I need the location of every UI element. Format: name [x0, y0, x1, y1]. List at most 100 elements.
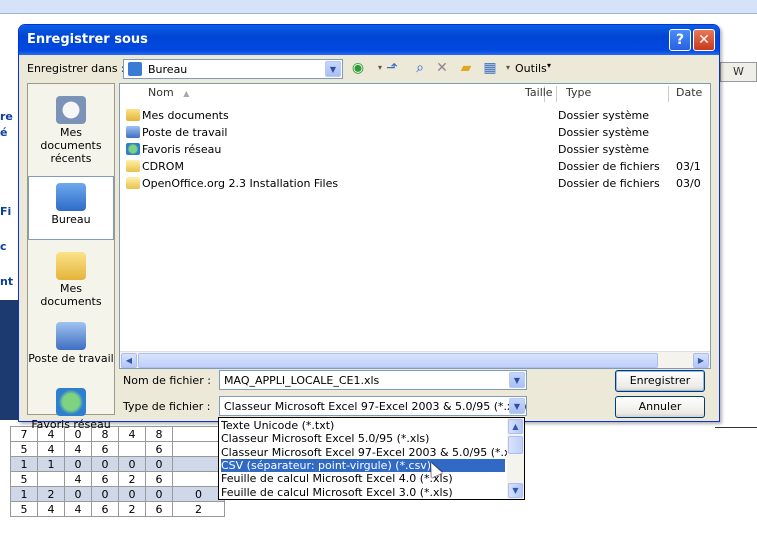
table-cell[interactable]: 0 [64, 456, 92, 472]
filetype-option[interactable]: Texte Unicode (*.txt) [221, 419, 334, 432]
table-cell[interactable]: 6 [91, 501, 119, 517]
filetype-option[interactable]: CSV (séparateur: point-virgule) (*.csv) [221, 458, 505, 472]
table-cell[interactable]: 2 [37, 486, 65, 502]
save-in-label: Enregistrer dans : [27, 62, 125, 75]
background-fragment: re [0, 110, 13, 123]
table-cell[interactable]: 6 [145, 441, 173, 457]
file-name: OpenOffice.org 2.3 Installation Files [142, 177, 339, 190]
place-label: Poste de travail [28, 352, 114, 365]
scroll-right-icon[interactable]: ▶ [693, 353, 709, 368]
file-list[interactable]: Nom ▲ Taille Type Date Mes documents Doss… [119, 83, 711, 369]
table-row: 54626 [10, 471, 225, 487]
chevron-down-icon[interactable]: ▼ [509, 372, 525, 388]
column-header-w[interactable]: W [720, 62, 757, 82]
scroll-left-icon[interactable]: ◀ [121, 353, 137, 368]
help-button[interactable]: ? [669, 29, 691, 51]
column-header-type[interactable]: Type [566, 86, 591, 104]
filetype-option[interactable]: Classeur Microsoft Excel 97-Excel 2003 &… [221, 446, 524, 459]
table-cell[interactable]: 0 [118, 486, 146, 502]
table-cell[interactable]: 0 [172, 486, 225, 502]
table-cell[interactable]: 2 [118, 501, 146, 517]
horizontal-scrollbar[interactable]: ◀ ▶ [120, 351, 710, 368]
my-documents-folder-icon [126, 109, 140, 121]
column-header-size[interactable]: Taille [525, 86, 553, 104]
table-cell[interactable]: 0 [145, 486, 173, 502]
table-cell[interactable]: 6 [145, 471, 173, 487]
close-button[interactable]: ✕ [693, 29, 715, 51]
file-row[interactable]: Poste de travail Dossier système [126, 125, 710, 142]
table-cell[interactable]: 2 [172, 501, 225, 517]
file-type: Dossier système [558, 109, 650, 122]
search-web-icon[interactable]: ⌕ [411, 59, 429, 77]
table-cell[interactable] [172, 441, 225, 457]
table-cell[interactable]: 0 [91, 486, 119, 502]
folder-icon [126, 160, 140, 172]
table-cell[interactable]: 5 [10, 471, 38, 487]
column-divider[interactable] [556, 86, 557, 102]
scroll-up-icon[interactable]: ▲ [508, 419, 523, 434]
up-folder-icon[interactable]: ⬏ [383, 59, 401, 77]
place-my-computer[interactable]: Poste de travail [28, 316, 114, 380]
filetype-dropdown-list[interactable]: Texte Unicode (*.txt) Classeur Microsoft … [218, 417, 525, 500]
table-cell[interactable]: 8 [145, 426, 173, 442]
filename-combo[interactable]: MAQ_APPLI_LOCALE_CE1.xls ▼ [219, 370, 527, 390]
scroll-thumb[interactable] [138, 353, 658, 368]
scroll-thumb[interactable] [508, 436, 523, 454]
filetype-option[interactable]: Feuille de calcul Microsoft Excel 4.0 (*… [221, 472, 453, 485]
table-cell[interactable]: 5 [10, 501, 38, 517]
table-cell[interactable]: 1 [10, 486, 38, 502]
table-cell[interactable]: 1 [37, 456, 65, 472]
table-cell[interactable] [172, 426, 225, 442]
filetype-option[interactable]: Feuille de calcul Microsoft Excel 3.0 (*… [221, 486, 453, 499]
filetype-option[interactable]: Classeur Microsoft Excel 5.0/95 (*.xls) [221, 432, 429, 445]
column-header-name[interactable]: Nom ▲ [148, 86, 189, 104]
cancel-button[interactable]: Annuler [615, 396, 705, 418]
table-row: 1200000 [10, 486, 225, 502]
table-cell[interactable]: 4 [64, 471, 92, 487]
file-row[interactable]: CDROM Dossier de fichiers 03/1 [126, 159, 710, 176]
table-cell[interactable]: 1 [10, 456, 38, 472]
table-cell[interactable] [37, 471, 65, 487]
file-name: Poste de travail [142, 126, 228, 139]
table-cell[interactable]: 0 [64, 486, 92, 502]
save-button[interactable]: Enregistrer [615, 370, 705, 392]
table-cell[interactable]: 4 [64, 501, 92, 517]
new-folder-icon[interactable]: ▰ [457, 59, 475, 77]
file-row[interactable]: Mes documents Dossier système [126, 108, 710, 125]
table-cell[interactable]: 2 [118, 471, 146, 487]
chevron-down-icon[interactable]: ▼ [509, 398, 525, 414]
folder-icon [126, 177, 140, 189]
place-desktop[interactable]: Bureau [28, 176, 114, 240]
table-cell[interactable]: 6 [91, 471, 119, 487]
table-cell[interactable] [172, 471, 225, 487]
filetype-combo[interactable]: Classeur Microsoft Excel 97-Excel 2003 &… [219, 396, 527, 416]
table-cell[interactable] [172, 456, 225, 472]
table-cell[interactable]: 6 [145, 501, 173, 517]
tools-menu[interactable]: Outils [515, 62, 547, 75]
views-icon[interactable]: ▦ [481, 59, 499, 77]
table-cell[interactable]: 0 [118, 456, 146, 472]
vertical-scrollbar[interactable]: ▲ ▼ [507, 418, 524, 499]
tools-dropdown-icon[interactable]: ▾ [547, 61, 551, 70]
dialog-titlebar[interactable]: Enregistrer sous ? ✕ [19, 25, 719, 55]
save-in-combo[interactable]: Bureau ▼ [123, 59, 343, 79]
chevron-down-icon[interactable]: ▼ [325, 61, 341, 77]
table-cell[interactable]: 0 [91, 456, 119, 472]
table-cell[interactable] [118, 441, 146, 457]
delete-icon[interactable]: ✕ [433, 59, 451, 77]
column-header-date[interactable]: Date [676, 86, 702, 104]
file-row[interactable]: OpenOffice.org 2.3 Installation Files Dos… [126, 176, 710, 193]
back-icon[interactable]: ◉ [349, 59, 367, 77]
place-recent-documents[interactable]: Mes documents récents [28, 90, 114, 165]
place-my-documents[interactable]: Mes documents [28, 246, 114, 310]
file-name: Favoris réseau [142, 143, 222, 156]
place-network[interactable]: Favoris réseau [28, 382, 114, 446]
scroll-down-icon[interactable]: ▼ [508, 483, 523, 498]
file-type: Dossier système [558, 143, 650, 156]
table-cell[interactable]: 4 [118, 426, 146, 442]
column-divider[interactable] [668, 86, 669, 102]
file-row[interactable]: Favoris réseau Dossier système [126, 142, 710, 159]
table-cell[interactable]: 4 [37, 501, 65, 517]
table-cell[interactable]: 0 [145, 456, 173, 472]
filename-value[interactable]: MAQ_APPLI_LOCALE_CE1.xls [224, 374, 379, 387]
